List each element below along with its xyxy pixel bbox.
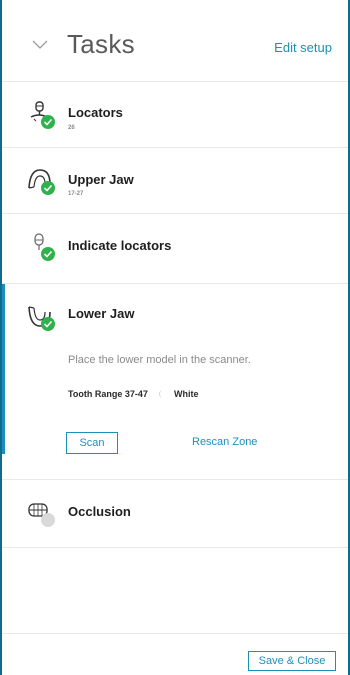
task-subtext: 17-27 bbox=[68, 191, 84, 197]
task-name: Upper Jaw bbox=[68, 172, 134, 187]
chevron-down-icon[interactable] bbox=[32, 40, 48, 50]
check-status-icon bbox=[41, 181, 55, 195]
tasks-panel: Tasks Edit setup Locators 26 Upper Jaw 1… bbox=[0, 0, 350, 675]
task-item-lower-jaw[interactable]: Lower Jaw Place the lower model in the s… bbox=[2, 284, 348, 480]
tooth-range-label: Tooth Range 37-47 bbox=[68, 389, 148, 399]
locator-icon bbox=[30, 101, 55, 129]
task-instruction: Place the lower model in the scanner. bbox=[68, 354, 251, 366]
check-status-icon bbox=[41, 115, 55, 129]
task-name: Occlusion bbox=[68, 504, 131, 519]
check-status-icon bbox=[41, 247, 55, 261]
check-status-icon bbox=[41, 317, 55, 331]
task-subtext: 26 bbox=[68, 125, 75, 131]
rescan-zone-link[interactable]: Rescan Zone bbox=[192, 436, 257, 448]
task-name: Lower Jaw bbox=[68, 306, 135, 321]
occlusion-icon bbox=[28, 503, 55, 527]
task-item-locators[interactable]: Locators 26 bbox=[2, 83, 348, 148]
lower-jaw-icon bbox=[28, 306, 55, 331]
shade-crescent-icon bbox=[159, 390, 163, 398]
pending-status-icon bbox=[41, 513, 55, 527]
task-item-indicate-locators[interactable]: Indicate locators bbox=[2, 214, 348, 284]
panel-footer: Save & Close bbox=[2, 633, 348, 675]
edit-setup-link[interactable]: Edit setup bbox=[274, 40, 332, 55]
panel-header: Tasks Edit setup bbox=[2, 0, 348, 82]
task-item-upper-jaw[interactable]: Upper Jaw 17-27 bbox=[2, 148, 348, 214]
save-close-button[interactable]: Save & Close bbox=[248, 651, 336, 671]
indicate-locator-icon bbox=[34, 233, 55, 261]
page-title: Tasks bbox=[67, 29, 135, 59]
shade-label: White bbox=[174, 389, 199, 399]
active-indicator bbox=[2, 284, 5, 454]
task-name: Indicate locators bbox=[68, 238, 172, 253]
task-item-occlusion[interactable]: Occlusion bbox=[2, 480, 348, 548]
upper-jaw-icon bbox=[28, 169, 55, 195]
task-name: Locators bbox=[68, 105, 123, 120]
scan-button[interactable]: Scan bbox=[66, 432, 118, 454]
